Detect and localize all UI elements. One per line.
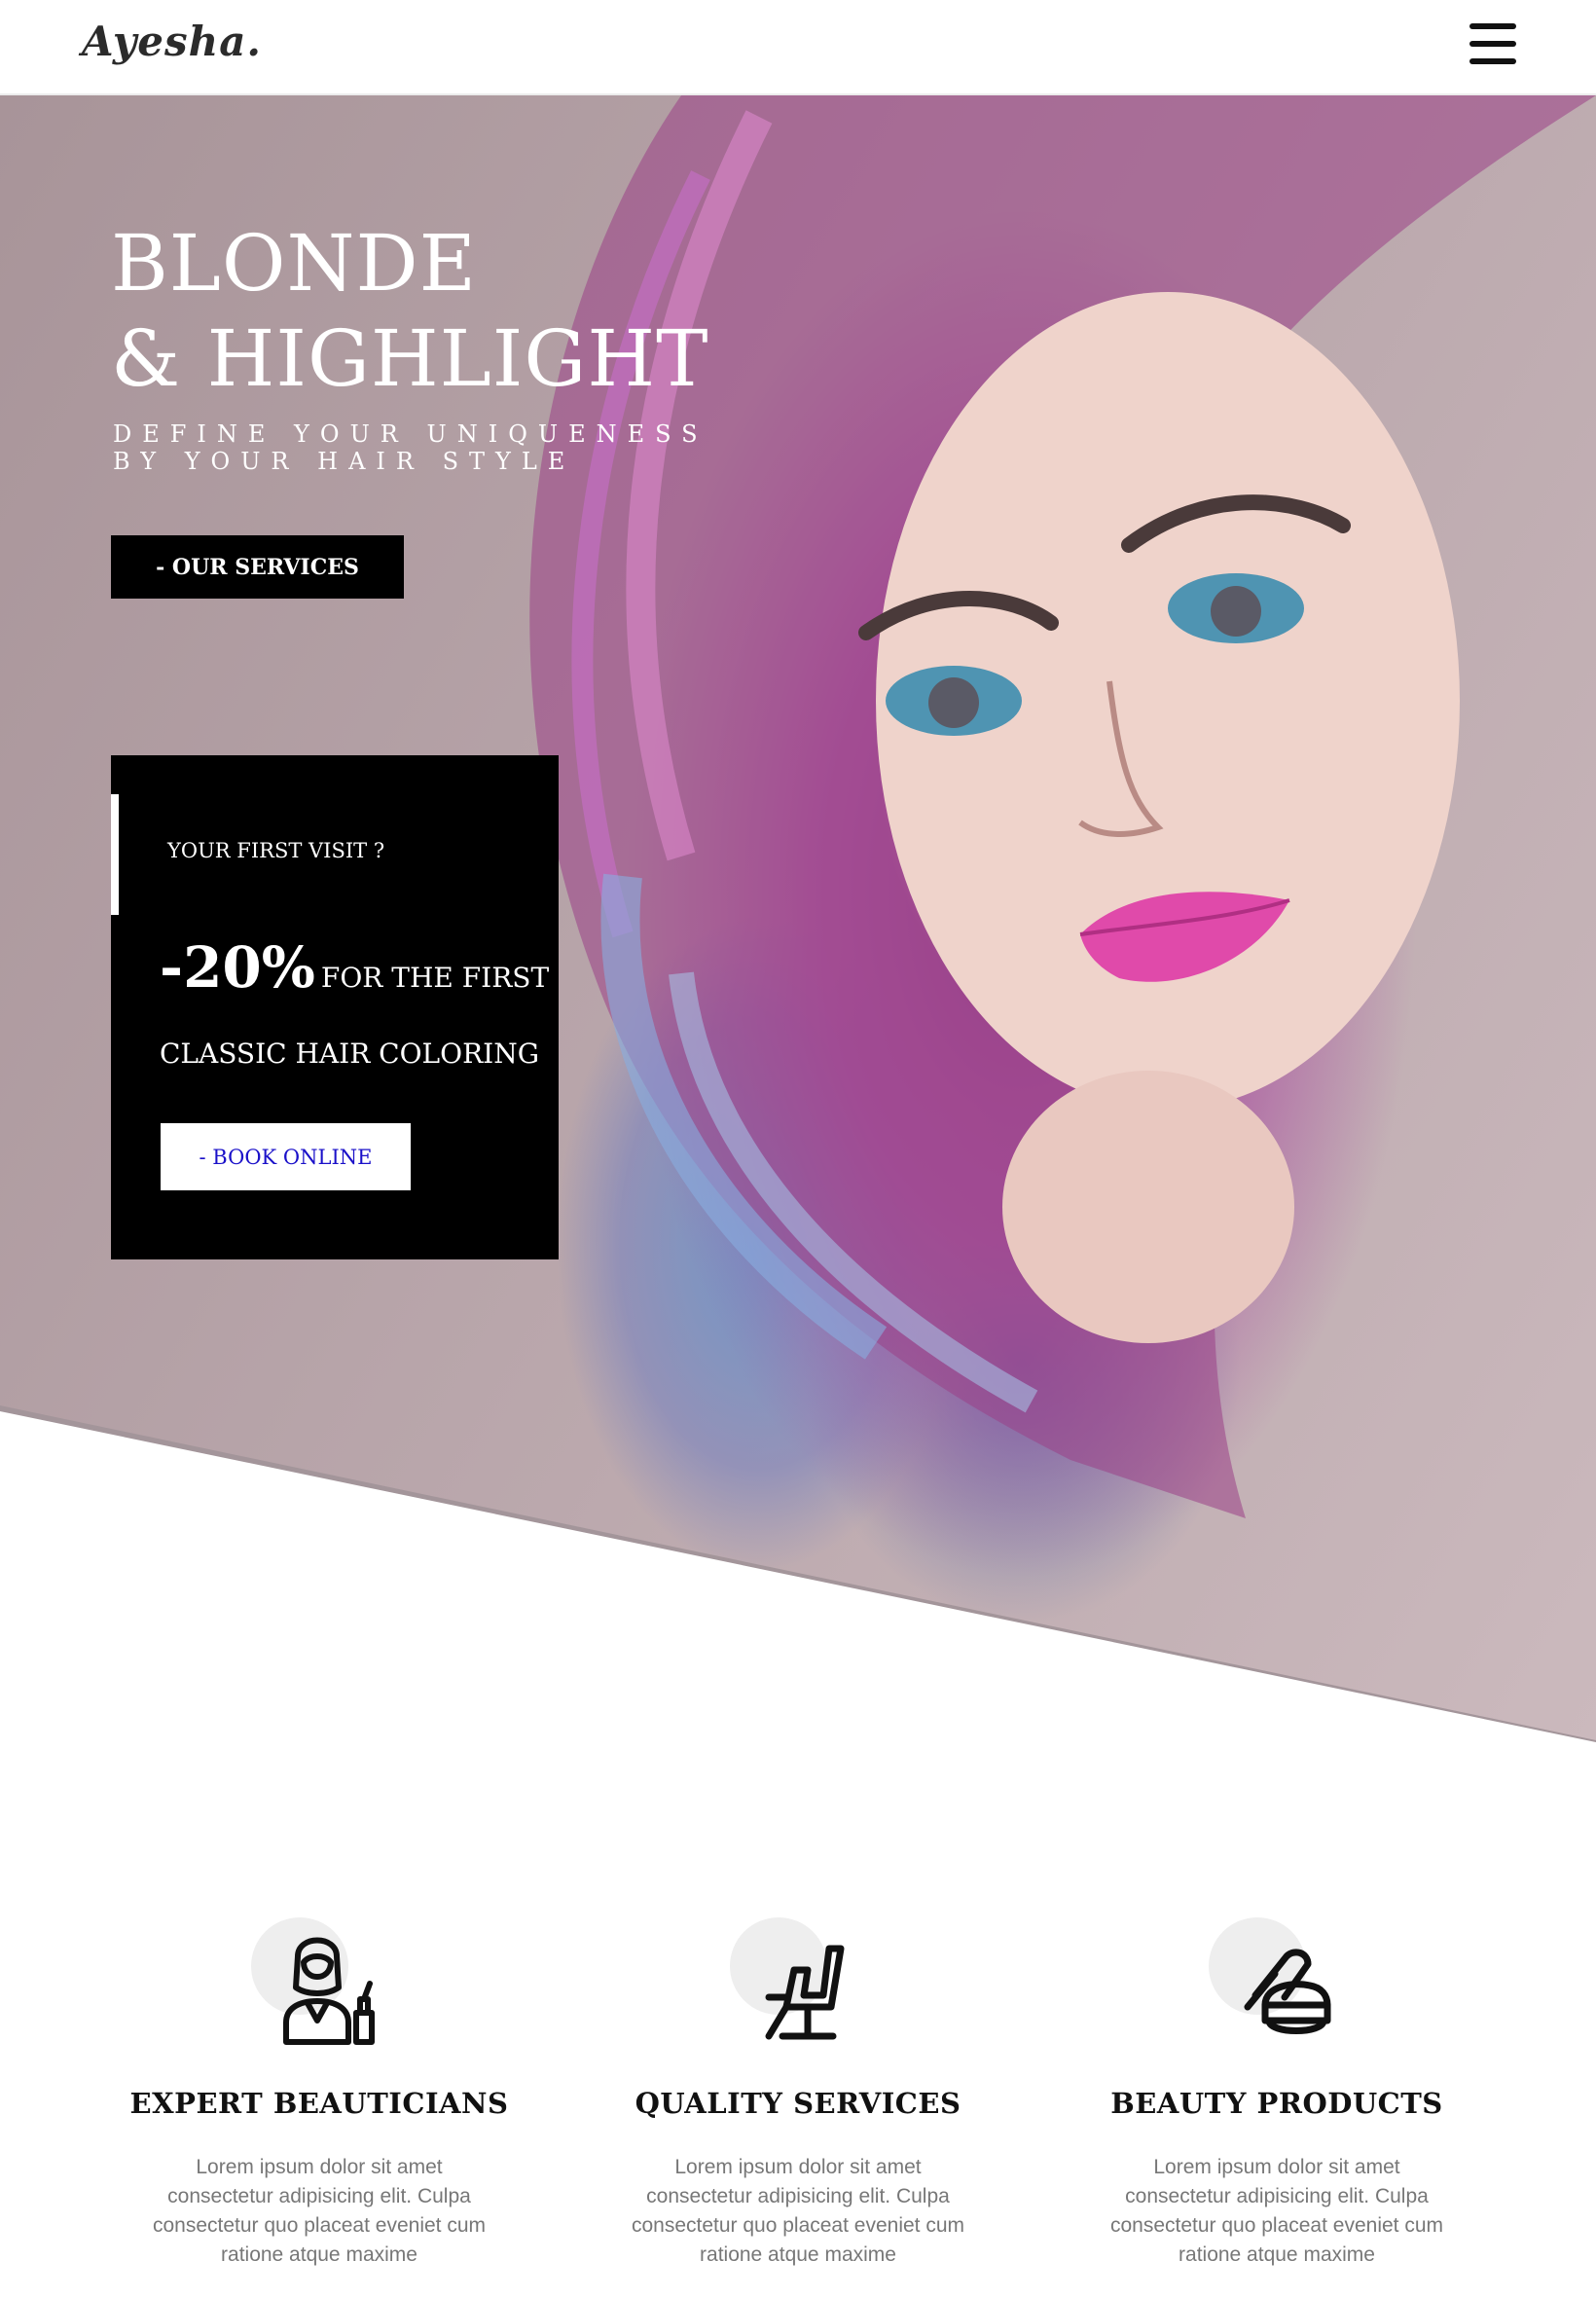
promo-discount-line: -20% FOR THE FIRST [160,934,549,1001]
feature-text: Lorem ipsum dolor sit amet consectetur a… [1109,2156,1444,2266]
hero-subtitle: DEFINE YOUR UNIQUENESS BY YOUR HAIR STYL… [113,420,708,475]
cosmetics-jar-icon [1209,1917,1345,2054]
feature-quality-services: QUALITY SERVICES Lorem ipsum dolor sit a… [584,1917,1012,2270]
salon-chair-icon [730,1917,866,2054]
menu-bar-top [1469,23,1516,29]
hero-title-line1: BLONDE [111,218,478,309]
site-logo[interactable]: Ayesha. [82,18,262,65]
site-header: Ayesha. [0,0,1596,95]
feature-expert-beauticians: EXPERT BEAUTICIANS Lorem ipsum dolor sit… [105,1917,533,2270]
menu-bar-middle [1469,41,1516,47]
hamburger-menu-icon[interactable] [1469,23,1516,64]
hero-subtitle-line1: DEFINE YOUR UNIQUENESS [113,420,708,448]
our-services-button[interactable]: - OUR SERVICES [111,535,404,599]
first-visit-promo-card: YOUR FIRST VISIT ? -20% FOR THE FIRST CLA… [111,755,559,1259]
promo-accent-bar [111,794,119,915]
feature-title: QUALITY SERVICES [635,2087,961,2120]
promo-discount: -20% [160,934,315,1001]
hero-subtitle-line2: BY YOUR HAIR STYLE [113,448,576,475]
menu-bar-bottom [1469,58,1516,64]
hero-title-line2: & HIGHLIGHT [111,313,709,404]
promo-discount-suffix: FOR THE FIRST [320,962,550,994]
feature-text: Lorem ipsum dolor sit amet consectetur a… [152,2156,487,2266]
feature-title: BEAUTY PRODUCTS [1110,2087,1443,2120]
feature-title: EXPERT BEAUTICIANS [129,2087,509,2120]
promo-visit-label: YOUR FIRST VISIT ? [167,839,385,862]
feature-text: Lorem ipsum dolor sit amet consectetur a… [631,2156,965,2266]
beautician-icon [251,1917,387,2054]
hero-title: BLONDE & HIGHLIGHT [111,216,708,407]
book-online-button[interactable]: - BOOK ONLINE [161,1123,411,1190]
feature-beauty-products: BEAUTY PRODUCTS Lorem ipsum dolor sit am… [1063,1917,1491,2270]
promo-offer-line: CLASSIC HAIR COLORING [160,1038,540,1070]
